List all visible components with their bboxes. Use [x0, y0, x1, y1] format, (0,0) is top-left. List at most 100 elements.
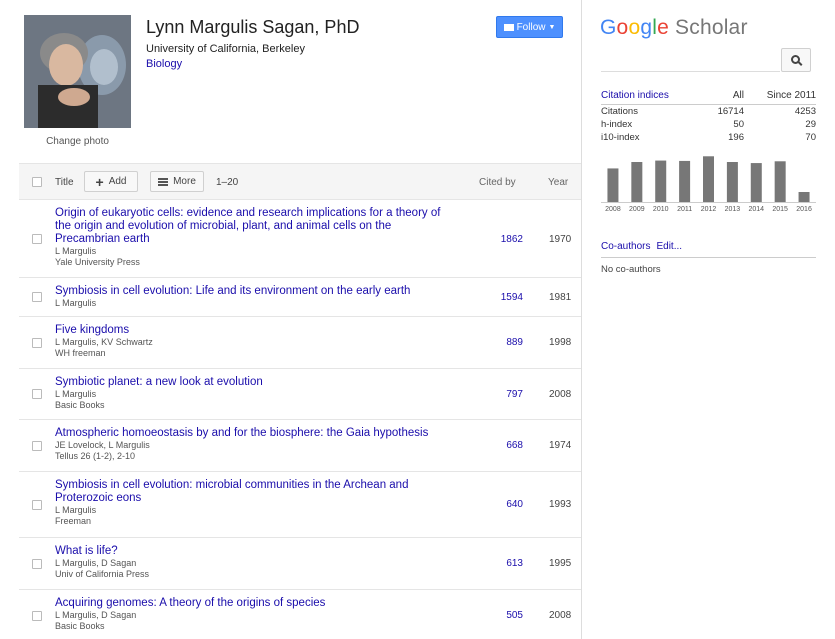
histogram-year-label: 2009 [629, 206, 645, 213]
article-title-link[interactable]: Acquiring genomes: A theory of the origi… [55, 597, 452, 610]
citation-indices-header: Citation indices All Since 2011 [601, 90, 816, 105]
histogram-bar-2009[interactable] [631, 162, 643, 202]
col-all-header: All [732, 90, 744, 101]
row-checkbox[interactable] [32, 440, 42, 451]
histogram-year-label: 2012 [701, 206, 717, 213]
article-year: 2008 [549, 610, 572, 621]
citation-index-row: i10-index 196 70 [601, 131, 816, 144]
article-year: 1981 [549, 292, 572, 303]
histogram-year-label: 2008 [605, 206, 621, 213]
citation-indices-heading[interactable]: Citation indices [601, 90, 696, 102]
table-row: Origin of eukaryotic cells: evidence and… [19, 200, 582, 278]
article-title-link[interactable]: Symbiosis in cell evolution: microbial c… [55, 479, 452, 505]
article-entry: What is life? L Margulis, D Sagan Univ o… [55, 545, 452, 580]
article-authors: L Margulis [55, 298, 97, 308]
year-sort-header[interactable]: Year [548, 177, 568, 188]
follow-label: Follow [516, 21, 546, 33]
row-checkbox[interactable] [32, 558, 42, 569]
article-venue: Yale University Press [55, 257, 140, 267]
histogram-year-label: 2015 [772, 206, 788, 213]
logo-letter: G [600, 16, 617, 39]
cited-by-count-link[interactable]: 889 [493, 337, 523, 348]
profile-photo[interactable] [24, 15, 131, 128]
article-venue: Univ of California Press [55, 569, 150, 579]
cited-by-count-link[interactable]: 505 [493, 610, 523, 621]
article-title-link[interactable]: Symbiotic planet: a new look at evolutio… [55, 376, 452, 389]
cited-by-count-link[interactable]: 640 [493, 499, 523, 510]
coauthors-header: Co-authors Edit... [601, 241, 816, 258]
histogram-bar-2016[interactable] [798, 192, 810, 202]
histogram-bar-2012[interactable] [703, 156, 714, 202]
add-button[interactable]: + Add [84, 171, 138, 192]
profile-header: Change photo Lynn Margulis Sagan, PhD Un… [0, 0, 582, 163]
histogram-year-label: 2011 [677, 206, 692, 213]
profile-field-link[interactable]: Biology [146, 58, 182, 70]
search-input[interactable] [601, 48, 780, 72]
histogram-bar-2011[interactable] [679, 160, 691, 202]
cited-by-count-link[interactable]: 668 [493, 440, 523, 451]
sidebar-divider [581, 0, 582, 639]
cited-by-count-link[interactable]: 1594 [493, 292, 523, 303]
article-title-link[interactable]: Origin of eukaryotic cells: evidence and… [55, 207, 452, 246]
citation-index-row: Citations 16714 4253 [601, 105, 816, 118]
search-button[interactable] [781, 48, 811, 72]
title-sort-header[interactable]: Title [55, 177, 74, 188]
index-since-value: 70 [805, 132, 816, 143]
cited-by-count-link[interactable]: 613 [493, 558, 523, 569]
article-entry: Origin of eukaryotic cells: evidence and… [55, 207, 452, 268]
article-venue: Freeman [55, 516, 92, 526]
histogram-year-label: 2010 [653, 206, 669, 213]
article-venue: Basic Books [55, 621, 105, 631]
article-title-link[interactable]: Five kingdoms [55, 324, 452, 337]
article-title-link[interactable]: Atmospheric homoeostasis by and for the … [55, 427, 452, 440]
article-year: 1974 [549, 440, 572, 451]
histogram-bar-2008[interactable] [607, 168, 619, 202]
histogram-year-label: 2016 [796, 206, 812, 213]
change-photo-link[interactable]: Change photo [24, 136, 131, 147]
index-since-value: 4253 [794, 106, 816, 117]
table-row: Symbiotic planet: a new look at evolutio… [19, 369, 582, 420]
article-year: 1998 [549, 337, 572, 348]
follow-button[interactable]: Follow ▼ [496, 16, 563, 38]
histogram-bar-2010[interactable] [655, 160, 667, 202]
row-checkbox[interactable] [32, 337, 42, 348]
select-all-checkbox[interactable] [32, 177, 42, 187]
article-venue: WH freeman [55, 348, 106, 358]
coauthors-edit-link[interactable]: Edit... [656, 241, 682, 252]
index-label: Citations [601, 106, 638, 117]
no-coauthors-text: No co-authors [601, 264, 661, 275]
article-authors: JE Lovelock, L Margulis [55, 440, 150, 450]
more-label: More [173, 176, 196, 187]
google-scholar-logo[interactable]: Google Scholar [600, 16, 748, 40]
menu-icon [158, 177, 169, 186]
logo-letter: o [628, 16, 641, 39]
coauthors-label: Co-authors [601, 241, 651, 252]
results-range: 1–20 [216, 177, 239, 188]
article-authors: L Margulis [55, 246, 97, 256]
histogram-bar-2014[interactable] [750, 163, 762, 202]
article-authors: L Margulis [55, 505, 97, 515]
cited-by-count-link[interactable]: 797 [493, 389, 523, 400]
logo-letter: o [616, 16, 629, 39]
article-entry: Symbiotic planet: a new look at evolutio… [55, 376, 452, 411]
cited-by-sort-header[interactable]: Cited by [479, 177, 516, 188]
row-checkbox[interactable] [32, 389, 42, 399]
article-title-link[interactable]: Symbiosis in cell evolution: Life and it… [55, 285, 452, 298]
article-title-link[interactable]: What is life? [55, 545, 452, 558]
more-button[interactable]: More [150, 171, 204, 192]
histogram-bar-2013[interactable] [726, 162, 738, 202]
row-checkbox[interactable] [32, 499, 42, 510]
histogram-year-label: 2014 [748, 206, 764, 213]
row-checkbox[interactable] [32, 292, 42, 302]
article-year: 1995 [549, 558, 572, 569]
article-authors: L Margulis, KV Schwartz [55, 337, 153, 347]
profile-affiliation: University of California, Berkeley [146, 43, 305, 55]
index-since-value: 29 [805, 119, 816, 130]
article-authors: L Margulis [55, 389, 97, 399]
histogram-bar-2015[interactable] [774, 161, 786, 202]
row-checkbox[interactable] [32, 611, 42, 621]
article-year: 2008 [549, 389, 572, 400]
add-label: Add [108, 176, 127, 187]
row-checkbox[interactable] [32, 233, 42, 244]
cited-by-count-link[interactable]: 1862 [493, 234, 523, 245]
